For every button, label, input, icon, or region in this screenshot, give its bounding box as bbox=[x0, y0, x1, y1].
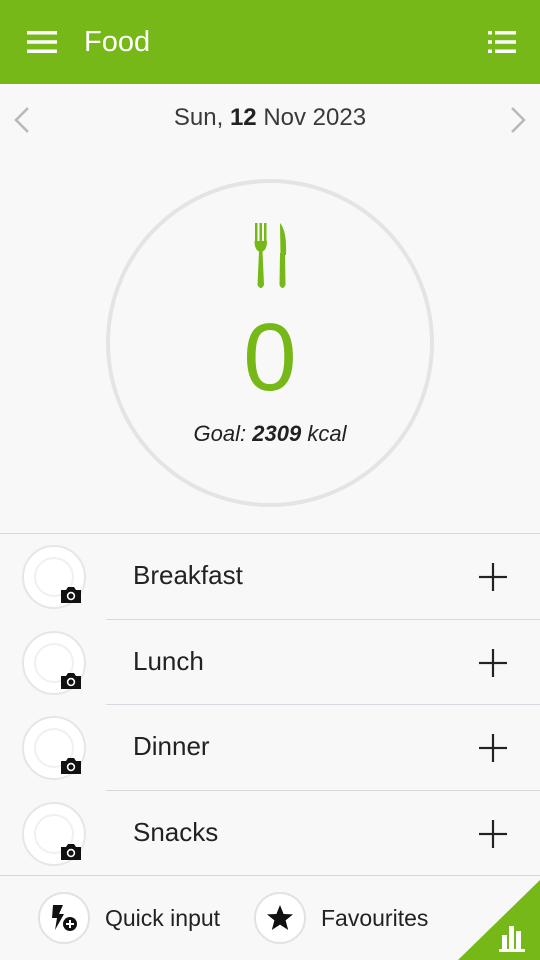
calorie-goal: Goal: 2309 kcal bbox=[110, 421, 430, 447]
app-bar: Food bbox=[0, 0, 540, 84]
hamburger-menu-icon[interactable] bbox=[20, 24, 64, 60]
meal-row-breakfast[interactable]: Breakfast bbox=[0, 534, 540, 620]
favourites-button[interactable]: Favourites bbox=[254, 892, 428, 944]
next-day-button[interactable] bbox=[500, 102, 536, 138]
meal-label: Lunch bbox=[133, 645, 204, 676]
date-day: 12 bbox=[229, 104, 257, 131]
goal-prefix: Goal: bbox=[193, 421, 247, 446]
camera-icon[interactable] bbox=[59, 671, 83, 691]
page-title: Food bbox=[84, 26, 151, 58]
add-food-plus-icon[interactable] bbox=[476, 560, 510, 594]
meal-label: Breakfast bbox=[133, 560, 243, 590]
date-navigator: Sun, 12 Nov 2023 bbox=[0, 84, 540, 156]
current-date[interactable]: Sun, 12 Nov 2023 bbox=[0, 104, 540, 132]
date-weekday: Sun, bbox=[173, 104, 224, 131]
favourites-label: Favourites bbox=[321, 904, 429, 931]
list-view-icon[interactable] bbox=[482, 24, 522, 60]
fork-knife-icon bbox=[254, 221, 288, 291]
add-food-plus-icon[interactable] bbox=[476, 817, 510, 851]
calories-consumed: 0 bbox=[243, 304, 297, 411]
date-month-year: Nov 2023 bbox=[263, 104, 367, 131]
add-food-plus-icon[interactable] bbox=[476, 646, 510, 680]
quick-input-button[interactable]: Quick input bbox=[38, 892, 220, 944]
meal-label: Snacks bbox=[133, 816, 219, 847]
quick-input-icon[interactable] bbox=[38, 892, 90, 944]
add-food-plus-icon[interactable] bbox=[476, 731, 510, 765]
goal-unit: kcal bbox=[307, 421, 347, 446]
meal-row-lunch[interactable]: Lunch bbox=[0, 620, 540, 705]
camera-icon[interactable] bbox=[59, 585, 83, 605]
goal-value: 2309 bbox=[252, 421, 302, 446]
meal-list: Breakfast Lunch Dinner Snacks bbox=[0, 533, 540, 876]
meal-row-dinner[interactable]: Dinner bbox=[0, 705, 540, 791]
star-icon[interactable] bbox=[254, 892, 306, 944]
meal-row-snacks[interactable]: Snacks bbox=[0, 791, 540, 877]
bar-chart-icon[interactable] bbox=[458, 880, 540, 960]
bottom-bar: Quick input Favourites bbox=[0, 875, 540, 960]
camera-icon[interactable] bbox=[59, 756, 83, 776]
calorie-progress-ring[interactable]: 0 Goal: 2309 kcal bbox=[106, 179, 434, 507]
meal-label: Dinner bbox=[133, 731, 210, 761]
quick-input-label: Quick input bbox=[105, 904, 221, 931]
camera-icon[interactable] bbox=[59, 842, 83, 862]
